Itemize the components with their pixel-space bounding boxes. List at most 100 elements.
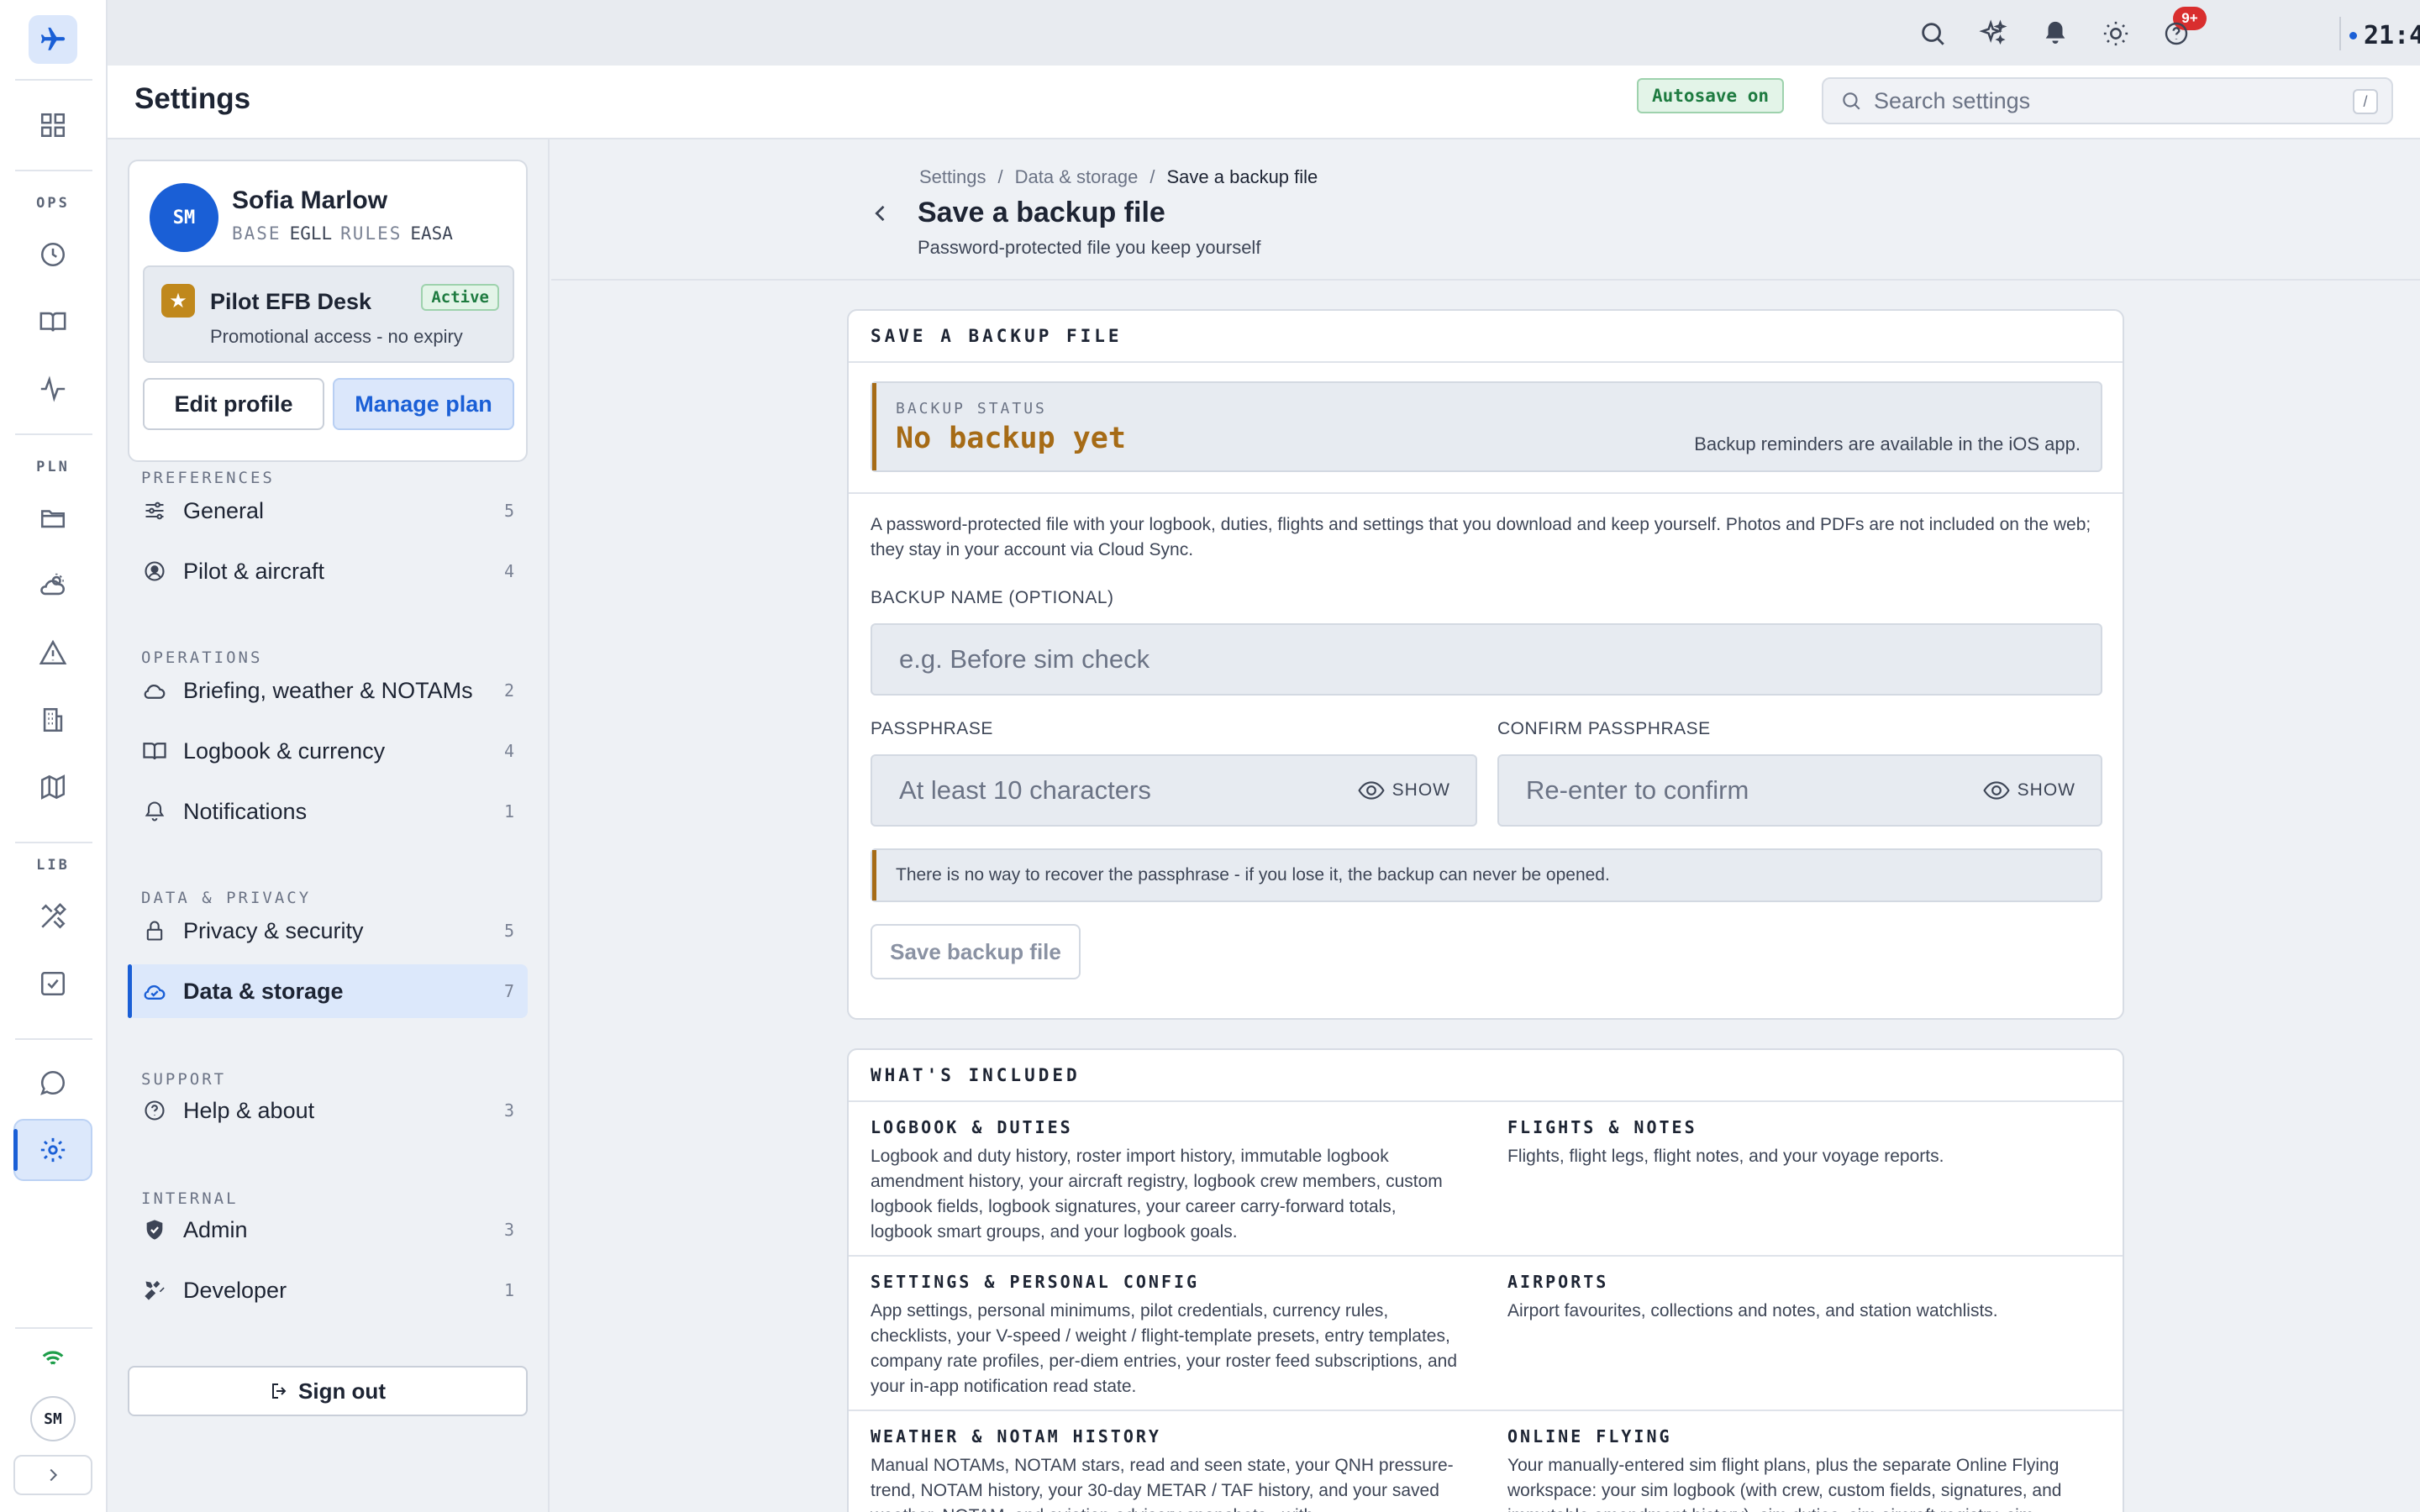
page-title: Settings xyxy=(134,82,251,115)
activity-pulse-icon[interactable] xyxy=(34,370,72,408)
included-text: App settings, personal minimums, pilot c… xyxy=(871,1301,1457,1396)
rules-value: EASA xyxy=(410,223,453,244)
sidebar-item-notifications[interactable]: Notifications 1 xyxy=(128,785,528,838)
status-note: Backup reminders are available in the iO… xyxy=(1694,433,2081,454)
passphrase-field[interactable]: SHOW xyxy=(871,754,1477,827)
breadcrumb-settings[interactable]: Settings xyxy=(919,166,986,188)
chevron-left-icon xyxy=(875,205,885,222)
backup-name-field[interactable] xyxy=(871,623,2102,696)
settings-nav: SM Sofia Marlow BASE EGLL RULES EASA ★ P… xyxy=(108,139,550,1512)
sidebar-item-general[interactable]: General 5 xyxy=(128,484,528,538)
rail-divider xyxy=(15,1038,92,1040)
sidebar-item-count: 7 xyxy=(503,981,514,1001)
clock-text: 21:45:54Z xyxy=(2364,20,2420,50)
confirm-passphrase-field[interactable]: SHOW xyxy=(1497,754,2102,827)
dashboard-grid-icon[interactable] xyxy=(34,106,72,144)
sidebar-item-count: 4 xyxy=(503,741,514,761)
included-row: WEATHER & NOTAM HISTORY Manual NOTAMs, N… xyxy=(849,1411,2123,1512)
breadcrumb-data-storage[interactable]: Data & storage xyxy=(1015,166,1139,188)
utc-clock: 21:45:54Z xyxy=(2349,18,2420,52)
settings-search[interactable]: / xyxy=(1822,77,2393,124)
subpage-subtitle: Password-protected file you keep yoursel… xyxy=(918,237,1261,258)
rules-key: RULES xyxy=(340,223,402,244)
avatar: SM xyxy=(150,183,218,252)
rail-section-ops: OPS xyxy=(36,195,70,212)
breadcrumb-separator: / xyxy=(997,166,1003,187)
show-confirm-button[interactable]: SHOW xyxy=(1982,780,2075,801)
breadcrumb-current: Save a backup file xyxy=(1166,166,1318,187)
passphrase-input[interactable] xyxy=(899,775,1357,806)
clock-icon[interactable] xyxy=(34,235,72,274)
show-label: SHOW xyxy=(2017,780,2075,800)
bell-icon[interactable] xyxy=(2037,15,2074,52)
sidebar-item-label: Briefing, weather & NOTAMs xyxy=(183,677,473,703)
sidebar-item-label: Admin xyxy=(183,1216,248,1242)
sign-out-icon xyxy=(272,1383,287,1399)
card-title: WHAT'S INCLUDED xyxy=(849,1050,2123,1102)
chat-bubble-icon[interactable] xyxy=(34,1063,72,1102)
sparkles-icon[interactable] xyxy=(1975,15,2012,52)
expand-rail-button[interactable] xyxy=(13,1455,92,1495)
included-item: LOGBOOK & DUTIES Logbook and duty histor… xyxy=(871,1117,1459,1245)
sidebar-item-briefing[interactable]: Briefing, weather & NOTAMs 2 xyxy=(128,664,528,717)
open-book-icon[interactable] xyxy=(34,302,72,341)
settings-header: Settings Autosave on / xyxy=(108,66,2420,139)
topbar-divider xyxy=(2339,17,2341,50)
sidebar-item-count: 5 xyxy=(503,501,514,521)
sidebar-item-developer[interactable]: Developer 1 xyxy=(128,1263,528,1317)
search-input[interactable] xyxy=(1874,87,2344,114)
backup-name-input[interactable] xyxy=(899,644,2101,675)
building-icon[interactable] xyxy=(34,701,72,739)
sidebar-item-label: Data & storage xyxy=(183,978,344,1004)
included-row: SETTINGS & PERSONAL CONFIG App settings,… xyxy=(849,1257,2123,1411)
sidebar-item-label: General xyxy=(183,497,265,523)
edit-profile-button[interactable]: Edit profile xyxy=(143,378,324,430)
main-content: Settings / Data & storage / Save a backu… xyxy=(551,139,2420,1512)
sidebar-item-privacy[interactable]: Privacy & security 5 xyxy=(128,904,528,958)
settings-gear-icon[interactable] xyxy=(34,1131,72,1169)
weather-icon[interactable] xyxy=(34,566,72,605)
map-icon[interactable] xyxy=(34,768,72,806)
sidebar-item-data-storage[interactable]: Data & storage 7 xyxy=(128,964,528,1018)
sliders-icon xyxy=(139,496,170,526)
page-header: Settings / Data & storage / Save a backu… xyxy=(551,139,2420,281)
app-logo[interactable] xyxy=(29,15,77,64)
base-key: BASE xyxy=(232,223,281,244)
included-text: Logbook and duty history, roster import … xyxy=(871,1147,1443,1242)
tools-icon xyxy=(139,1275,170,1305)
sidebar-item-admin[interactable]: Admin 3 xyxy=(128,1203,528,1257)
help-circle-icon xyxy=(139,1095,170,1126)
warning-triangle-icon[interactable] xyxy=(34,633,72,672)
included-card: WHAT'S INCLUDED LOGBOOK & DUTIES Logbook… xyxy=(847,1048,2124,1512)
sidebar-item-help[interactable]: Help & about 3 xyxy=(128,1084,528,1137)
included-title: SETTINGS & PERSONAL CONFIG xyxy=(871,1272,1200,1292)
passphrase-label: PASSPHRASE xyxy=(871,719,993,738)
sidebar-item-count: 3 xyxy=(503,1100,514,1121)
show-passphrase-button[interactable]: SHOW xyxy=(1357,780,1450,801)
sun-icon[interactable] xyxy=(2097,15,2134,52)
included-row: LOGBOOK & DUTIES Logbook and duty histor… xyxy=(849,1102,2123,1257)
confirm-passphrase-input[interactable] xyxy=(1526,775,1982,806)
card-divider xyxy=(849,492,2123,494)
sidebar-item-logbook[interactable]: Logbook & currency 4 xyxy=(128,724,528,778)
sidebar-item-label: Logbook & currency xyxy=(183,738,386,764)
folder-icon[interactable] xyxy=(34,499,72,538)
autosave-badge: Autosave on xyxy=(1637,78,1785,113)
save-backup-button[interactable]: Save backup file xyxy=(871,924,1081,979)
tools-icon[interactable] xyxy=(34,897,72,936)
plan-name: Pilot EFB Desk xyxy=(210,289,372,314)
rail-active-indicator xyxy=(13,1129,18,1171)
backup-name-label: BACKUP NAME (OPTIONAL) xyxy=(871,588,1114,607)
user-avatar[interactable]: SM xyxy=(30,1396,76,1441)
back-button[interactable] xyxy=(860,193,901,234)
help-circle-icon[interactable] xyxy=(2158,15,2195,52)
manage-plan-button[interactable]: Manage plan xyxy=(333,378,514,430)
checkbox-icon[interactable] xyxy=(34,964,72,1003)
book-icon xyxy=(139,736,170,766)
sidebar-item-count: 2 xyxy=(503,680,514,701)
sign-out-button[interactable]: Sign out xyxy=(128,1366,528,1416)
sidebar-item-pilot-aircraft[interactable]: Pilot & aircraft 4 xyxy=(128,544,528,598)
sidebar-item-count: 1 xyxy=(503,1280,514,1300)
search-icon[interactable] xyxy=(1914,15,1951,52)
included-title: WEATHER & NOTAM HISTORY xyxy=(871,1426,1161,1446)
